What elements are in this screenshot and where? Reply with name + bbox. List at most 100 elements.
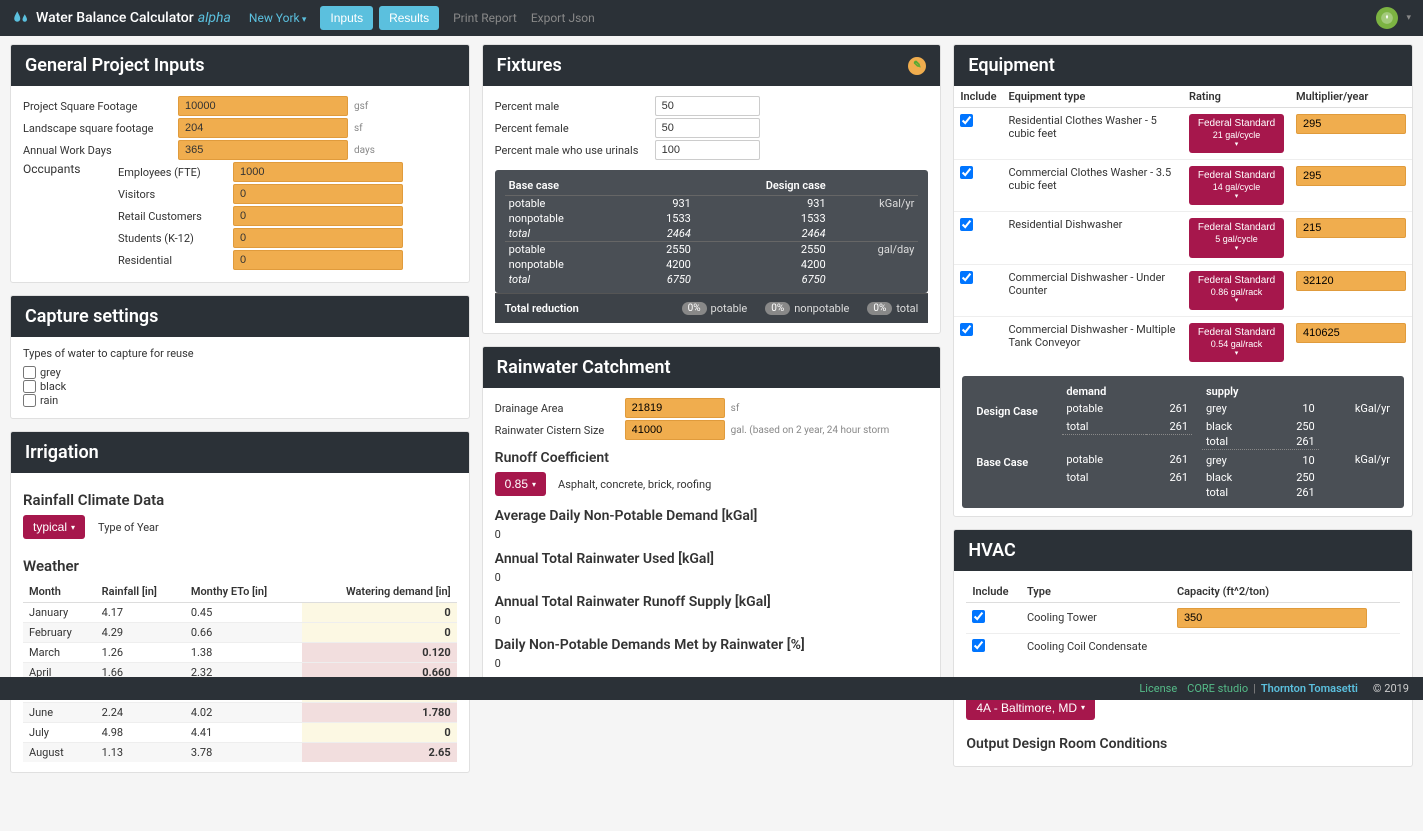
workdays-input[interactable] (178, 140, 348, 160)
brand-text: Water Balance Calculator (36, 10, 194, 26)
rain-checkbox[interactable] (23, 394, 36, 407)
visitors-input[interactable] (233, 184, 403, 204)
multiplier-input[interactable] (1296, 323, 1406, 343)
tab-results[interactable]: Results (379, 6, 439, 30)
percent-male-input[interactable] (655, 96, 760, 116)
include-checkbox[interactable] (960, 114, 973, 127)
include-checkbox[interactable] (960, 323, 973, 336)
workdays-unit: days (354, 145, 375, 156)
sqft-unit: gsf (354, 101, 368, 112)
table-row: Commercial Clothes Washer - 3.5 cubic fe… (954, 160, 1412, 212)
table-row: Commercial Dishwasher - Multiple Tank Co… (954, 316, 1412, 368)
rating-dropdown[interactable]: Federal Standard14 gal/cycle (1189, 166, 1284, 205)
edit-fixtures-icon[interactable]: ✎ (908, 57, 926, 75)
equipment-card: Equipment Include Equipment type Rating … (953, 44, 1413, 517)
table-row: January4.170.450 (23, 603, 457, 623)
capacity-input[interactable] (1177, 608, 1367, 628)
rating-dropdown[interactable]: Federal Standard0.54 gal/rack (1189, 323, 1284, 362)
hvac-table: Include Type Capacity (ft^2/ton) Cooling… (966, 581, 1400, 660)
retail-input[interactable] (233, 206, 403, 226)
workdays-label: Annual Work Days (23, 144, 178, 157)
include-checkbox[interactable] (972, 610, 985, 623)
footer: License CORE studio | Thornton Tomasetti… (0, 677, 1423, 700)
table-row: February4.290.660 (23, 623, 457, 643)
runoff-title: Runoff Coefficient (495, 450, 929, 466)
include-checkbox[interactable] (960, 218, 973, 231)
table-row: Cooling Coil Condensate (966, 633, 1400, 660)
runoff-coef-dropdown[interactable]: 0.85 (495, 472, 546, 496)
students-input[interactable] (233, 228, 403, 248)
landscape-input[interactable] (178, 118, 348, 138)
percent-female-input[interactable] (655, 118, 760, 138)
core-studio-link[interactable]: CORE studio (1187, 682, 1248, 695)
employees-input[interactable] (233, 162, 403, 182)
equipment-table: Include Equipment type Rating Multiplier… (954, 86, 1412, 368)
rating-dropdown[interactable]: Federal Standard0.86 gal/rack (1189, 271, 1284, 310)
table-row: March1.261.380.120 (23, 643, 457, 663)
table-row: August1.133.782.65 (23, 743, 457, 763)
export-json-link[interactable]: Export Json (531, 11, 595, 25)
include-checkbox[interactable] (960, 271, 973, 284)
table-row: June2.244.021.780 (23, 703, 457, 723)
general-header: General Project Inputs (11, 45, 469, 86)
rating-dropdown[interactable]: Federal Standard5 gal/cycle (1189, 218, 1284, 257)
print-report-link[interactable]: Print Report (453, 11, 517, 25)
fixtures-header: Fixtures (497, 55, 562, 76)
type-of-year-label: Type of Year (98, 521, 159, 534)
irrigation-card: Irrigation Rainfall Climate Data typical… (10, 431, 470, 773)
tab-inputs[interactable]: Inputs (320, 6, 373, 30)
total-reduction-row: Total reduction 0%potable 0%nonpotable 0… (495, 293, 929, 323)
typical-dropdown[interactable]: typical (23, 515, 85, 539)
equipment-header: Equipment (968, 55, 1054, 76)
hvac-card: HVAC Include Type Capacity (ft^2/ton) Co… (953, 529, 1413, 767)
multiplier-input[interactable] (1296, 114, 1406, 134)
rainwater-header: Rainwater Catchment (497, 357, 671, 378)
table-row: Cooling Tower (966, 602, 1400, 633)
general-project-inputs-card: General Project Inputs Project Square Fo… (10, 44, 470, 283)
table-row: Residential Dishwasher Federal Standard5… (954, 212, 1412, 264)
include-checkbox[interactable] (972, 639, 985, 652)
rainwater-card: Rainwater Catchment Drainage Areasf Rain… (482, 346, 942, 689)
drainage-area-input[interactable] (625, 398, 725, 418)
user-avatar[interactable] (1376, 7, 1398, 29)
table-row: Residential Clothes Washer - 5 cubic fee… (954, 108, 1412, 160)
landscape-label: Landscape square footage (23, 122, 178, 135)
rainfall-title: Rainfall Climate Data (23, 491, 457, 509)
logo-icon (12, 9, 30, 27)
percent-urinals-input[interactable] (655, 140, 760, 160)
user-menu-caret[interactable]: ▾ (1406, 13, 1411, 23)
multiplier-input[interactable] (1296, 166, 1406, 186)
sqft-label: Project Square Footage (23, 100, 178, 113)
capture-subtitle: Types of water to capture for reuse (23, 347, 457, 360)
cistern-size-input[interactable] (625, 420, 725, 440)
table-row: Commercial Dishwasher - Under Counter Fe… (954, 264, 1412, 316)
runoff-desc: Asphalt, concrete, brick, roofing (558, 478, 711, 491)
thornton-link[interactable]: Thornton Tomasetti (1261, 682, 1358, 695)
fixtures-summary-table: Base caseDesign case potable931931kGal/y… (495, 170, 929, 293)
grey-checkbox[interactable] (23, 366, 36, 379)
license-link[interactable]: License (1139, 682, 1177, 695)
hvac-header: HVAC (968, 540, 1015, 561)
city-dropdown[interactable]: New York (249, 11, 307, 25)
capture-settings-card: Capture settings Types of water to captu… (10, 295, 470, 419)
multiplier-input[interactable] (1296, 271, 1406, 291)
weather-title: Weather (23, 557, 457, 575)
equipment-summary: demandsupply Design Casepotable261grey10… (962, 376, 1404, 508)
sqft-input[interactable] (178, 96, 348, 116)
residential-input[interactable] (233, 250, 403, 270)
multiplier-input[interactable] (1296, 218, 1406, 238)
black-checkbox[interactable] (23, 380, 36, 393)
include-checkbox[interactable] (960, 166, 973, 179)
fixtures-card: Fixtures ✎ Percent male Percent female P… (482, 44, 942, 334)
brand: Water Balance Calculator alpha (12, 9, 231, 27)
table-row: July4.984.410 (23, 723, 457, 743)
occupants-label: Occupants (23, 162, 118, 272)
navbar: Water Balance Calculator alpha New York … (0, 0, 1423, 36)
copyright: © 2019 (1373, 682, 1409, 695)
alpha-tag: alpha (198, 10, 231, 26)
irrigation-header: Irrigation (25, 442, 99, 463)
landscape-unit: sf (354, 123, 363, 134)
capture-header: Capture settings (25, 306, 158, 327)
output-conditions-title: Output Design Room Conditions (966, 736, 1400, 752)
rating-dropdown[interactable]: Federal Standard21 gal/cycle (1189, 114, 1284, 153)
